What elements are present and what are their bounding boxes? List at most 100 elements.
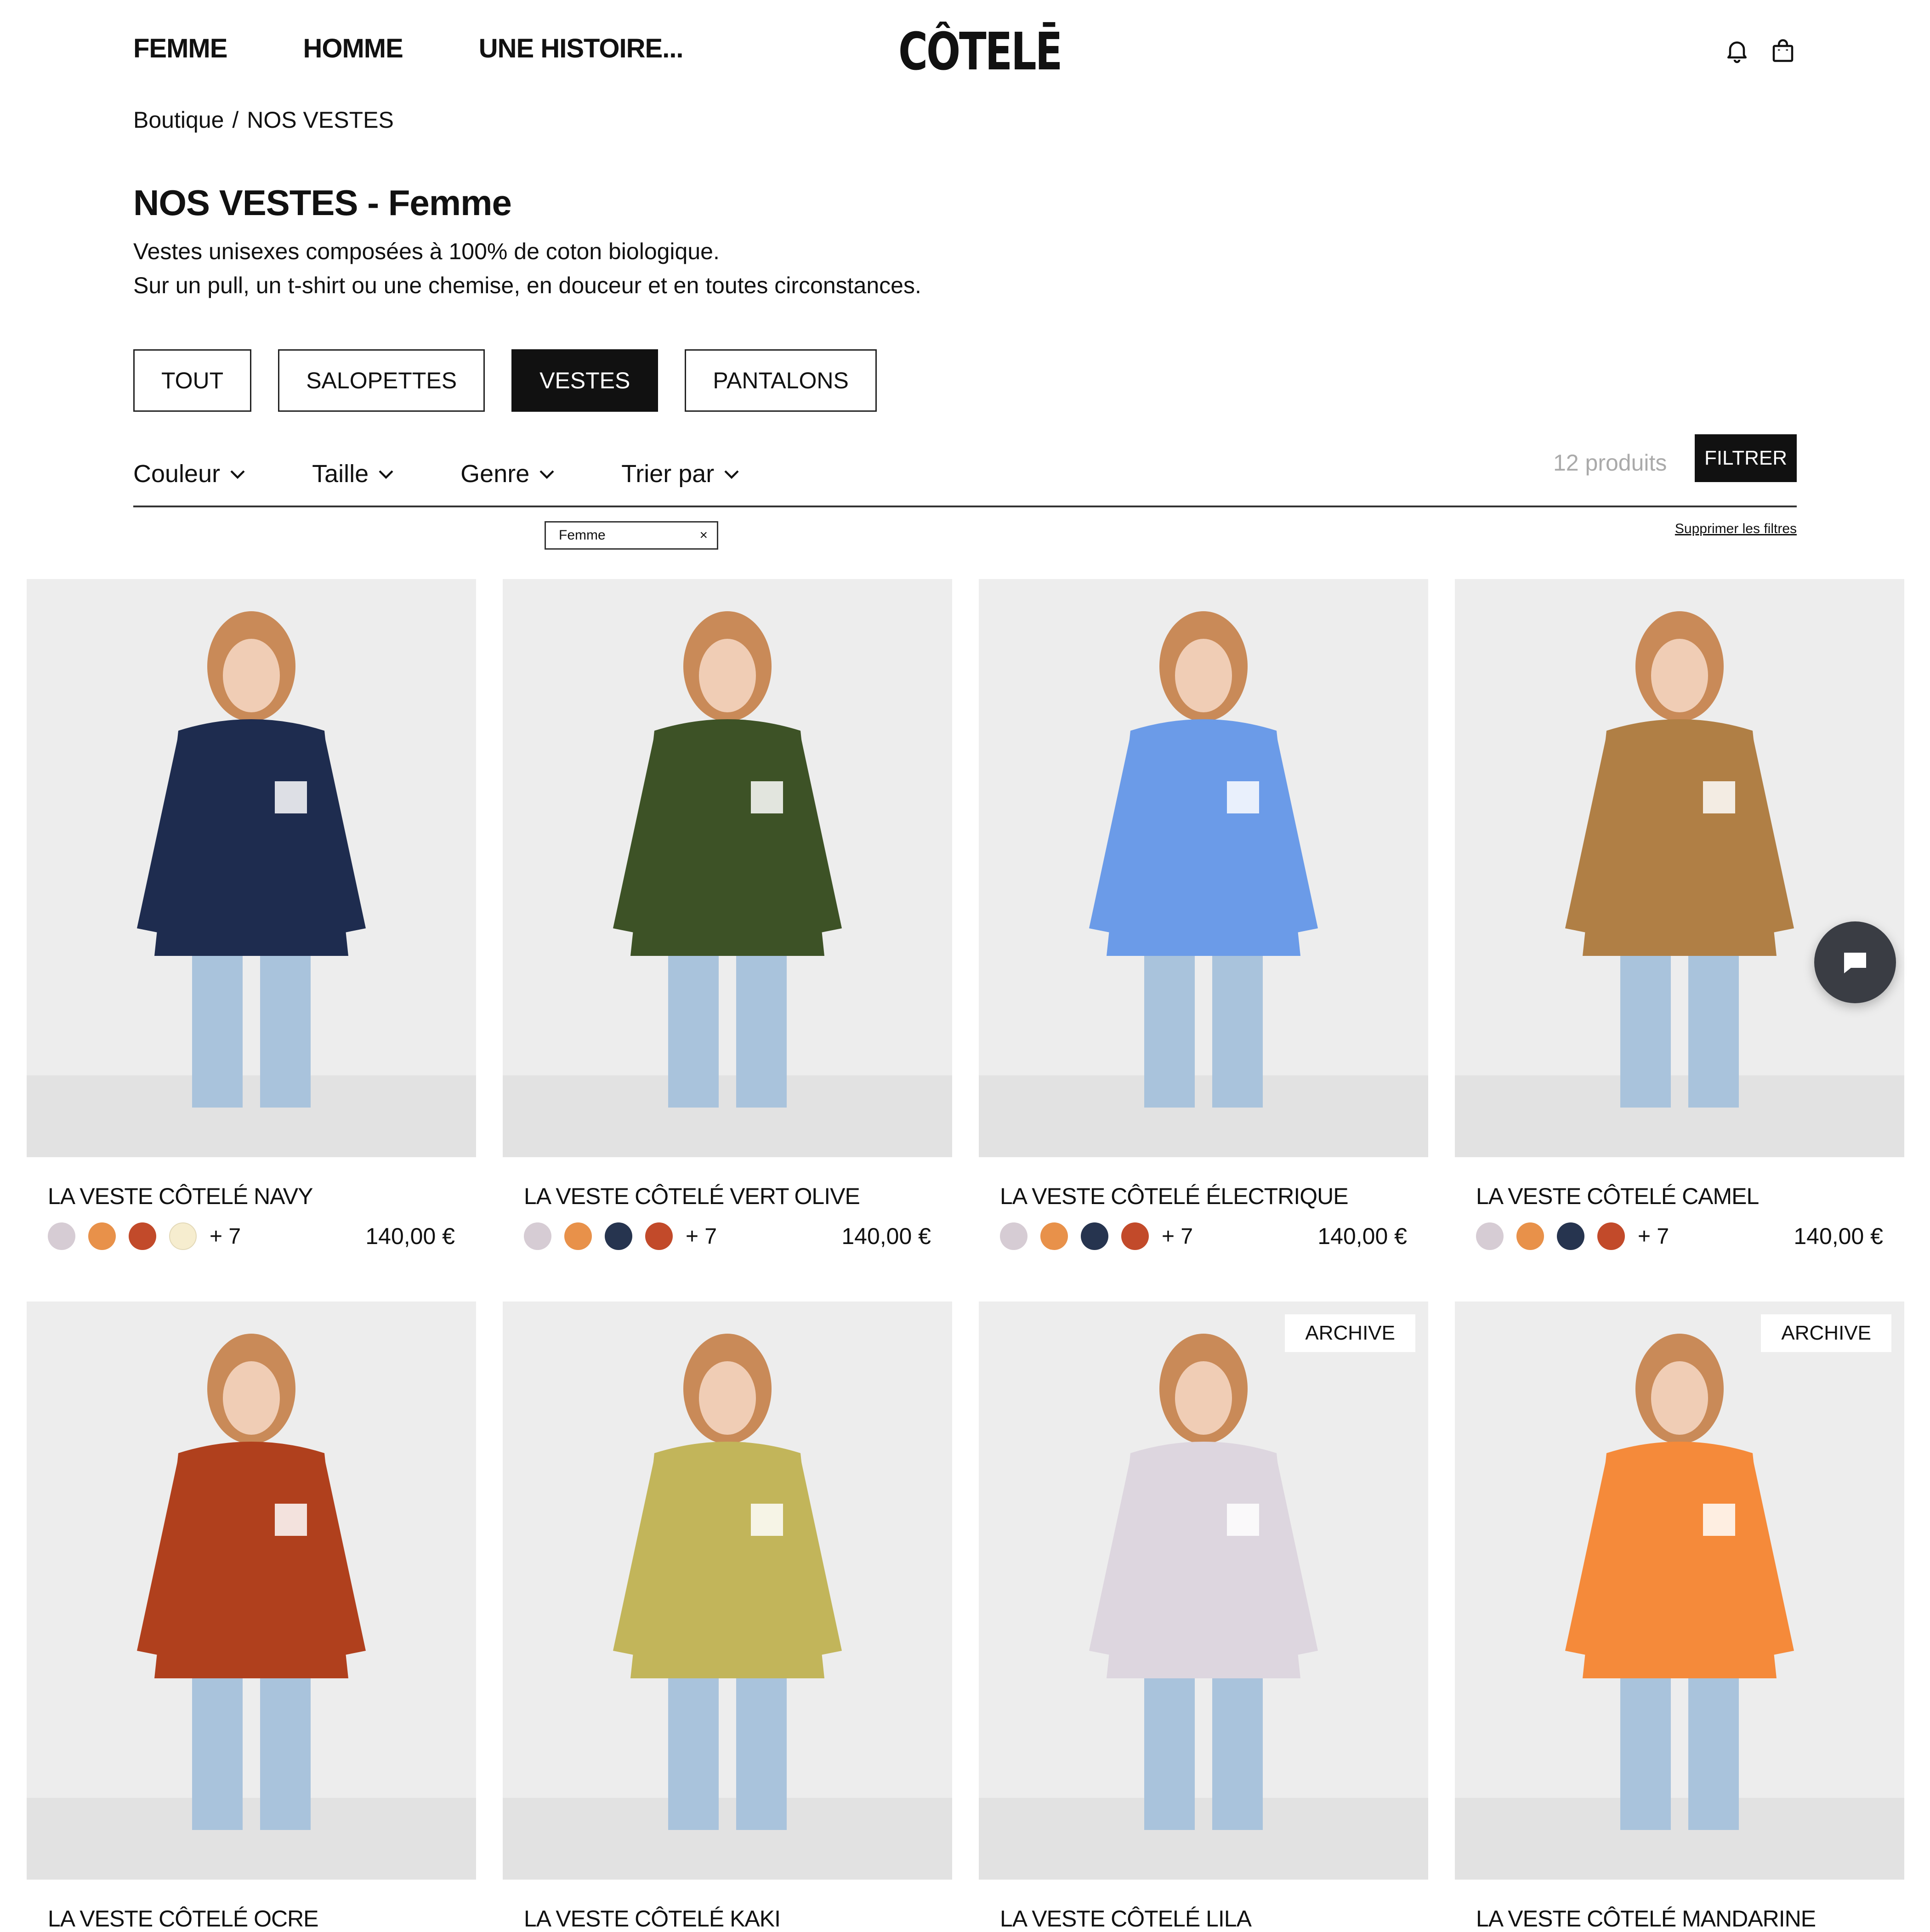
breadcrumb-current: NOS VESTES: [247, 107, 394, 133]
product-card[interactable]: ARCHIVE LA VESTE CÔTELÉ LILA: [979, 1301, 1428, 1932]
filter-divider: [133, 506, 1797, 507]
product-price: 140,00 €: [365, 1223, 455, 1249]
color-swatch[interactable]: [169, 1222, 197, 1250]
product-image[interactable]: [503, 1301, 952, 1880]
product-name[interactable]: LA VESTE CÔTELÉ CAMEL: [1476, 1183, 1904, 1210]
description-line-1: Vestes unisexes composées à 100% de coto…: [133, 239, 720, 264]
filter-taille-label: Taille: [312, 460, 369, 488]
breadcrumb: Boutique / NOS VESTES: [133, 107, 394, 133]
color-swatch[interactable]: [1000, 1222, 1027, 1250]
breadcrumb-separator: /: [232, 107, 239, 133]
filter-dropdowns: Couleur Taille Genre Trier par: [133, 460, 806, 488]
color-swatch[interactable]: [564, 1222, 592, 1250]
product-card[interactable]: LA VESTE CÔTELÉ CAMEL + 7 140,00 €: [1455, 579, 1904, 1250]
filter-couleur-label: Couleur: [133, 460, 221, 488]
color-swatch[interactable]: [524, 1222, 551, 1250]
product-meta: + 7 140,00 €: [1476, 1222, 1883, 1250]
more-colors-count[interactable]: + 7: [210, 1224, 241, 1249]
nav-homme[interactable]: HOMME: [303, 33, 403, 64]
nav-une-histoire[interactable]: UNE HISTOIRE...: [479, 33, 684, 64]
color-swatch[interactable]: [1597, 1222, 1625, 1250]
filtrer-button[interactable]: FILTRER: [1695, 434, 1797, 482]
color-swatch[interactable]: [605, 1222, 632, 1250]
color-swatches: + 7: [48, 1222, 241, 1250]
product-name[interactable]: LA VESTE CÔTELÉ OCRE: [48, 1905, 476, 1932]
product-image[interactable]: [503, 579, 952, 1157]
more-colors-count[interactable]: + 7: [1162, 1224, 1193, 1249]
bell-icon[interactable]: [1723, 37, 1751, 67]
product-card[interactable]: LA VESTE CÔTELÉ KAKI: [503, 1301, 952, 1932]
chevron-down-icon: [539, 470, 554, 479]
product-image[interactable]: [27, 579, 476, 1157]
category-tabs: TOUT SALOPETTES VESTES PANTALONS: [133, 349, 877, 412]
filter-taille[interactable]: Taille: [312, 460, 397, 488]
product-card[interactable]: LA VESTE CÔTELÉ OCRE: [27, 1301, 476, 1932]
product-name[interactable]: LA VESTE CÔTELÉ MANDARINE: [1476, 1905, 1904, 1932]
chevron-down-icon: [379, 470, 393, 479]
archive-badge: ARCHIVE: [1285, 1314, 1415, 1352]
product-image[interactable]: [979, 579, 1428, 1157]
description-line-2: Sur un pull, un t-shirt ou une chemise, …: [133, 273, 921, 298]
page-title: NOS VESTES - Femme: [133, 182, 512, 223]
product-name[interactable]: LA VESTE CÔTELÉ VERT OLIVE: [524, 1183, 952, 1210]
active-filter-chip[interactable]: Femme ×: [545, 521, 718, 550]
tab-vestes[interactable]: VESTES: [511, 349, 658, 412]
color-swatch[interactable]: [1476, 1222, 1504, 1250]
chip-label: Femme: [559, 528, 606, 543]
color-swatch[interactable]: [88, 1222, 116, 1250]
product-price: 140,00 €: [841, 1223, 931, 1249]
close-icon[interactable]: ×: [699, 528, 708, 543]
product-image[interactable]: ARCHIVE: [979, 1301, 1428, 1880]
page-description: Vestes unisexes composées à 100% de coto…: [133, 234, 921, 302]
product-name[interactable]: LA VESTE CÔTELÉ ÉLECTRIQUE: [1000, 1183, 1428, 1210]
more-colors-count[interactable]: + 7: [686, 1224, 717, 1249]
product-meta: + 7 140,00 €: [1000, 1222, 1407, 1250]
filter-genre[interactable]: Genre: [460, 460, 558, 488]
color-swatch[interactable]: [645, 1222, 673, 1250]
brand-logo[interactable]: CÔTELĒ: [898, 22, 1062, 82]
chat-icon: [1844, 953, 1866, 973]
product-image[interactable]: [27, 1301, 476, 1880]
color-swatch[interactable]: [129, 1222, 156, 1250]
product-price: 140,00 €: [1794, 1223, 1883, 1249]
color-swatch[interactable]: [1040, 1222, 1068, 1250]
color-swatches: + 7: [1476, 1222, 1669, 1250]
color-swatch[interactable]: [1121, 1222, 1149, 1250]
filter-trier-par[interactable]: Trier par: [621, 460, 743, 488]
tab-pantalons[interactable]: PANTALONS: [685, 349, 877, 412]
tab-tout[interactable]: TOUT: [133, 349, 252, 412]
product-name[interactable]: LA VESTE CÔTELÉ LILA: [1000, 1905, 1428, 1932]
product-card[interactable]: ARCHIVE LA VESTE CÔTELÉ MANDARINE: [1455, 1301, 1904, 1932]
breadcrumb-boutique[interactable]: Boutique: [133, 107, 224, 133]
product-card[interactable]: LA VESTE CÔTELÉ VERT OLIVE + 7 140,00 €: [503, 579, 952, 1250]
bag-icon[interactable]: [1769, 37, 1797, 67]
nav-femme[interactable]: FEMME: [133, 33, 227, 64]
product-card[interactable]: LA VESTE CÔTELÉ NAVY + 7 140,00 €: [27, 579, 476, 1250]
product-count: 12 produits: [1553, 450, 1667, 476]
filter-couleur[interactable]: Couleur: [133, 460, 249, 488]
chat-button[interactable]: [1814, 921, 1896, 1003]
product-name[interactable]: LA VESTE CÔTELÉ NAVY: [48, 1183, 476, 1210]
color-swatches: + 7: [1000, 1222, 1193, 1250]
product-meta: + 7 140,00 €: [524, 1222, 931, 1250]
clear-filters-link[interactable]: Supprimer les filtres: [1675, 521, 1797, 537]
archive-badge: ARCHIVE: [1761, 1314, 1891, 1352]
product-image[interactable]: [1455, 579, 1904, 1157]
product-image[interactable]: ARCHIVE: [1455, 1301, 1904, 1880]
chevron-down-icon: [230, 470, 245, 479]
main-nav: FEMME HOMME UNE HISTOIRE...: [133, 33, 759, 64]
product-name[interactable]: LA VESTE CÔTELÉ KAKI: [524, 1905, 952, 1932]
product-meta: + 7 140,00 €: [48, 1222, 455, 1250]
color-swatch[interactable]: [1557, 1222, 1584, 1250]
more-colors-count[interactable]: + 7: [1638, 1224, 1669, 1249]
product-card[interactable]: LA VESTE CÔTELÉ ÉLECTRIQUE + 7 140,00 €: [979, 579, 1428, 1250]
color-swatches: + 7: [524, 1222, 717, 1250]
header-icons: [1723, 37, 1797, 67]
chevron-down-icon: [724, 470, 739, 479]
filter-trier-par-label: Trier par: [621, 460, 715, 488]
color-swatch[interactable]: [1516, 1222, 1544, 1250]
color-swatch[interactable]: [48, 1222, 75, 1250]
filter-genre-label: Genre: [460, 460, 530, 488]
color-swatch[interactable]: [1081, 1222, 1108, 1250]
tab-salopettes[interactable]: SALOPETTES: [278, 349, 485, 412]
